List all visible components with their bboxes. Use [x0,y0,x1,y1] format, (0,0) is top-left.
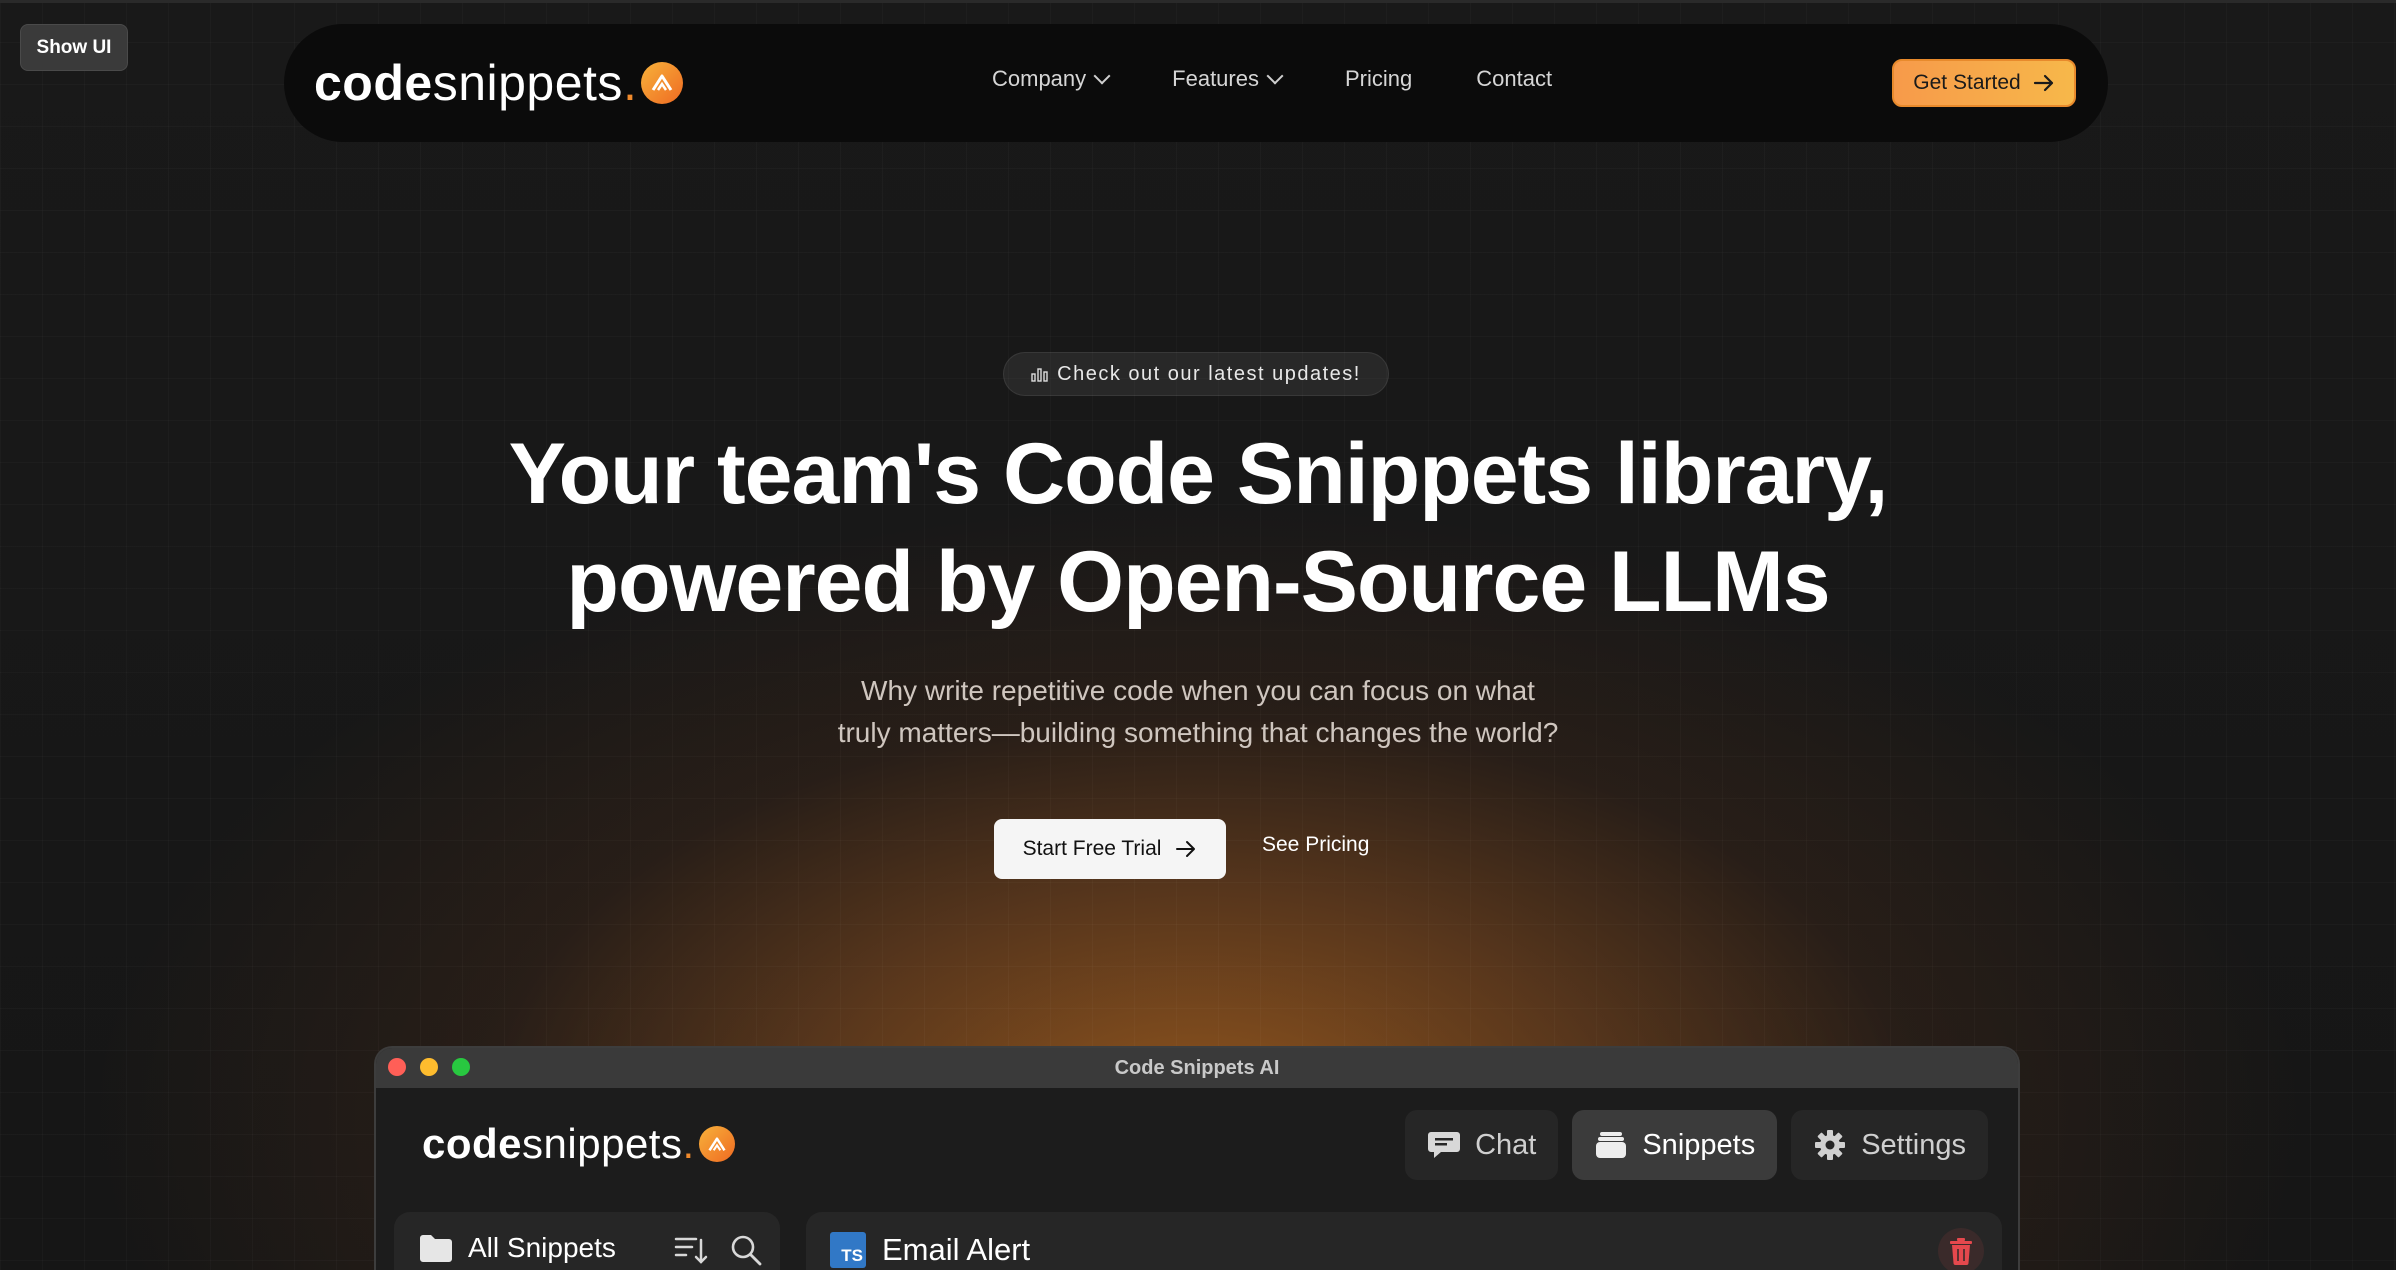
window-title: Code Snippets AI [1114,1056,1280,1079]
arrow-right-icon [1176,841,1196,857]
stack-icon [1596,1132,1627,1158]
app-logo: code snippets . [422,1120,735,1168]
nav-pricing-label: Pricing [1344,66,1413,91]
snippet-title-row: TS Email Alert [830,1232,1030,1268]
sort-icon[interactable] [674,1234,708,1266]
app-header: code snippets . Chat Snippets Settings [376,1088,2018,1208]
get-started-label: Get Started [1913,71,2021,94]
hero-title: Your team's Code Snippets library, power… [0,420,2396,636]
hero-title-line-2: powered by Open-Source LLMs [566,534,1830,630]
app-logo-badge-icon [698,1126,735,1162]
hero-subtitle: Why write repetitive code when you can f… [0,670,2396,754]
nav-company[interactable]: Company [992,66,1111,92]
typescript-icon: TS [830,1232,866,1268]
gear-icon [1815,1130,1846,1160]
latest-updates-label: Check out our latest updates! [1057,362,1361,385]
search-icon[interactable] [730,1234,762,1266]
see-pricing-link[interactable]: See Pricing [1262,833,1369,857]
arrow-right-icon [2033,74,2053,92]
all-snippets-label: All Snippets [468,1232,616,1263]
tab-chat-label: Chat [1475,1128,1537,1161]
get-started-button[interactable]: Get Started [1892,59,2076,107]
browser-top-edge [0,0,2396,3]
logo-text-code: code [314,55,433,111]
latest-updates-badge[interactable]: Check out our latest updates! [1003,352,1389,396]
app-logo-text-code: code [422,1120,523,1167]
chat-icon [1428,1132,1461,1158]
top-navbar: code snippets . Company Features Pricing… [284,24,2108,142]
snippet-title[interactable]: Email Alert [882,1232,1030,1268]
delete-snippet-button[interactable] [1938,1228,1984,1270]
hero-title-line-1: Your team's Code Snippets library, [508,426,1889,522]
show-ui-button[interactable]: Show UI [20,24,128,71]
nav-pricing[interactable]: Pricing [1345,66,1412,92]
snippets-sidebar: All Snippets [394,1212,780,1270]
window-titlebar: Code Snippets AI [376,1048,2018,1088]
folder-icon [420,1235,452,1262]
tab-snippets[interactable]: Snippets [1572,1110,1778,1180]
start-free-trial-button[interactable]: Start Free Trial [994,819,1226,879]
tab-snippets-label: Snippets [1642,1128,1756,1161]
nav-contact-label: Contact [1476,66,1553,91]
nav-company-label: Company [992,66,1087,91]
close-window-dot[interactable] [388,1058,406,1076]
chevron-down-icon [1266,67,1284,85]
trash-icon [1950,1238,1972,1265]
tab-settings[interactable]: Settings [1791,1110,1988,1180]
tab-settings-label: Settings [1861,1128,1966,1161]
app-logo-text-snippets: snippets [522,1120,683,1167]
start-free-trial-label: Start Free Trial [1022,837,1162,860]
nav-features-label: Features [1172,66,1259,91]
app-logo-dot: . [682,1120,695,1167]
logo-badge-icon [641,62,684,104]
app-preview-window: Code Snippets AI code snippets . Chat Sn… [374,1046,2020,1270]
hero-subtitle-line-1: Why write repetitive code when you can f… [861,675,1535,706]
window-controls [388,1058,470,1076]
tab-chat[interactable]: Chat [1405,1110,1559,1180]
all-snippets-folder[interactable]: All Snippets [418,1232,616,1264]
logo-text-snippets: snippets [432,55,623,111]
nav-contact[interactable]: Contact [1476,66,1552,92]
snippet-detail-panel: TS Email Alert [806,1212,2002,1270]
bar-chart-icon [1031,368,1048,382]
nav-links: Company Features Pricing Contact [992,66,1552,92]
app-tabs: Chat Snippets Settings [1405,1110,1988,1180]
minimize-window-dot[interactable] [420,1058,438,1076]
maximize-window-dot[interactable] [452,1058,470,1076]
hero-subtitle-line-2: truly matters—building something that ch… [837,717,1559,748]
nav-features[interactable]: Features [1172,66,1284,92]
sidebar-tools [674,1234,762,1266]
chevron-down-icon [1093,67,1111,85]
logo-dot: . [622,55,638,111]
site-logo[interactable]: code snippets . [314,54,684,112]
